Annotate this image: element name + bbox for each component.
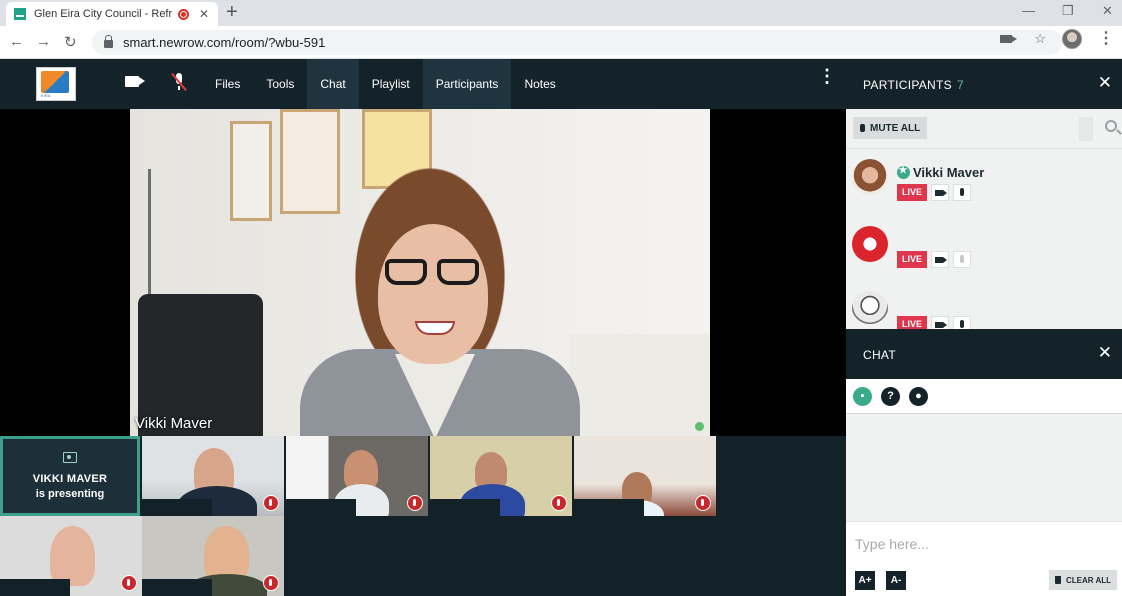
participant-video-tile[interactable] — [286, 436, 428, 516]
participant-search-input[interactable] — [1079, 117, 1093, 141]
participant-row[interactable]: LIVE — [852, 226, 1112, 286]
chat-toolbar: ▪ ? ● — [846, 379, 1122, 414]
presenting-card[interactable]: VIKKI MAVER is presenting — [0, 436, 140, 516]
clear-all-button[interactable]: CLEAR ALL — [1048, 570, 1117, 590]
browser-tab-bar: Glen Eira City Council - Refre ✕ + — ❐ ✕ — [0, 0, 1122, 26]
site-favicon-icon — [14, 8, 26, 20]
mic-muted-icon — [407, 495, 423, 511]
mic-icon[interactable] — [953, 316, 972, 329]
presenter-video[interactable]: Vikki Maver — [130, 109, 710, 436]
camera-icon[interactable] — [931, 251, 950, 268]
font-decrease-button[interactable]: A- — [886, 571, 906, 590]
app-menu: Files Tools Chat Playlist Participants N… — [202, 59, 569, 109]
avatar — [852, 291, 888, 327]
participant-thumbnails: VIKKI MAVER is presenting — [0, 436, 846, 596]
browser-toolbar: ← → ↻ smart.newrow.com/room/?wbu-591 ☆ ⋮ — [0, 26, 1122, 59]
new-tab-button[interactable]: + — [226, 2, 238, 22]
chat-input[interactable]: Type here... — [855, 536, 929, 552]
participant-row[interactable]: Vikki Maver LIVE — [852, 159, 1112, 219]
participant-video-tile[interactable] — [430, 436, 572, 516]
address-bar[interactable]: smart.newrow.com/room/?wbu-591 — [92, 30, 1062, 55]
mic-icon — [860, 124, 865, 132]
avatar — [852, 159, 888, 195]
url-text: smart.newrow.com/room/?wbu-591 — [123, 35, 326, 50]
menu-playlist[interactable]: Playlist — [359, 59, 423, 109]
host-star-icon — [897, 165, 910, 179]
lock-icon — [104, 35, 113, 48]
back-icon[interactable]: ← — [9, 33, 24, 50]
close-chat-icon[interactable]: ✕ — [1098, 344, 1112, 361]
avatar — [852, 226, 888, 262]
menu-participants[interactable]: Participants — [422, 59, 512, 109]
profile-avatar[interactable] — [1062, 29, 1082, 49]
reload-icon[interactable]: ↻ — [64, 33, 77, 51]
restore-icon[interactable]: ❐ — [1062, 3, 1074, 19]
participants-count: 7 — [956, 78, 964, 92]
participants-title: PARTICIPANTS — [863, 78, 952, 92]
menu-tools[interactable]: Tools — [253, 59, 307, 109]
mic-icon[interactable] — [953, 184, 972, 201]
camera-permission-icon[interactable] — [1000, 35, 1018, 43]
presenting-name: VIKKI MAVER — [32, 473, 108, 485]
chat-mode-icon[interactable]: ▪ — [853, 386, 872, 406]
app-header: CITY OF GLEN EIRA Files Tools Chat Playl… — [0, 59, 846, 109]
minimize-icon[interactable]: — — [1022, 3, 1035, 18]
participants-header: PARTICIPANTS 7 ✕ — [846, 59, 1122, 109]
presenter-name-label: Vikki Maver — [135, 415, 213, 432]
window-close-icon[interactable]: ✕ — [1102, 3, 1113, 19]
browser-menu-icon[interactable]: ⋮ — [1098, 31, 1114, 47]
help-icon[interactable]: ? — [881, 386, 900, 406]
main-stage: Vikki Maver — [0, 109, 846, 436]
menu-notes[interactable]: Notes — [511, 59, 568, 109]
font-increase-button[interactable]: A+ — [855, 571, 875, 590]
live-badge: LIVE — [897, 251, 928, 268]
mic-muted-icon — [263, 495, 279, 511]
participant-video-tile[interactable] — [142, 436, 284, 516]
mic-muted-icon — [551, 495, 567, 511]
tab-close-icon[interactable]: ✕ — [199, 7, 209, 21]
council-logo: CITY OF GLEN EIRA — [36, 67, 76, 101]
mic-muted-icon — [121, 575, 137, 591]
participant-row[interactable]: LIVE — [852, 291, 1112, 329]
live-badge: LIVE — [897, 184, 928, 201]
recording-icon — [178, 8, 189, 20]
menu-files[interactable]: Files — [202, 59, 253, 109]
bookmark-star-icon[interactable]: ☆ — [1034, 31, 1046, 47]
menu-chat[interactable]: Chat — [307, 59, 359, 109]
participant-video-tile[interactable] — [574, 436, 716, 516]
settings-icon[interactable]: ● — [909, 386, 928, 406]
presenter-icon — [63, 452, 77, 463]
participant-video-tile[interactable] — [142, 516, 284, 596]
chat-header: CHAT ✕ — [846, 329, 1122, 379]
more-options-icon[interactable]: ⋮ — [818, 67, 836, 85]
participants-list: MUTE ALL Vikki Maver LIVE LIVE — [846, 109, 1122, 329]
search-icon[interactable] — [1105, 120, 1117, 132]
connection-status-icon — [695, 422, 704, 431]
browser-tab[interactable]: Glen Eira City Council - Refre ✕ — [6, 2, 218, 26]
side-panel: PARTICIPANTS 7 ✕ MUTE ALL Vikki Maver LIV… — [846, 59, 1122, 596]
chat-compose: Type here... A+ A- CLEAR ALL — [846, 521, 1122, 596]
camera-icon[interactable] — [931, 184, 950, 201]
mic-muted-icon[interactable] — [953, 251, 972, 268]
mic-muted-icon[interactable] — [171, 72, 187, 92]
chat-messages — [846, 414, 1122, 521]
close-participants-icon[interactable]: ✕ — [1098, 74, 1112, 91]
video-toggle-icon[interactable] — [125, 76, 139, 87]
mic-muted-icon — [263, 575, 279, 591]
live-badge: LIVE — [897, 316, 928, 329]
trash-icon — [1054, 576, 1061, 584]
presenting-label: is presenting — [35, 488, 105, 500]
mic-muted-icon — [695, 495, 711, 511]
tab-title: Glen Eira City Council - Refre — [34, 8, 172, 20]
forward-icon[interactable]: → — [36, 33, 51, 50]
mute-all-button[interactable]: MUTE ALL — [853, 117, 928, 139]
participant-name: Vikki Maver — [913, 165, 985, 180]
chat-title: CHAT — [863, 348, 896, 362]
participant-video-tile[interactable] — [0, 516, 142, 596]
camera-icon[interactable] — [931, 316, 950, 329]
